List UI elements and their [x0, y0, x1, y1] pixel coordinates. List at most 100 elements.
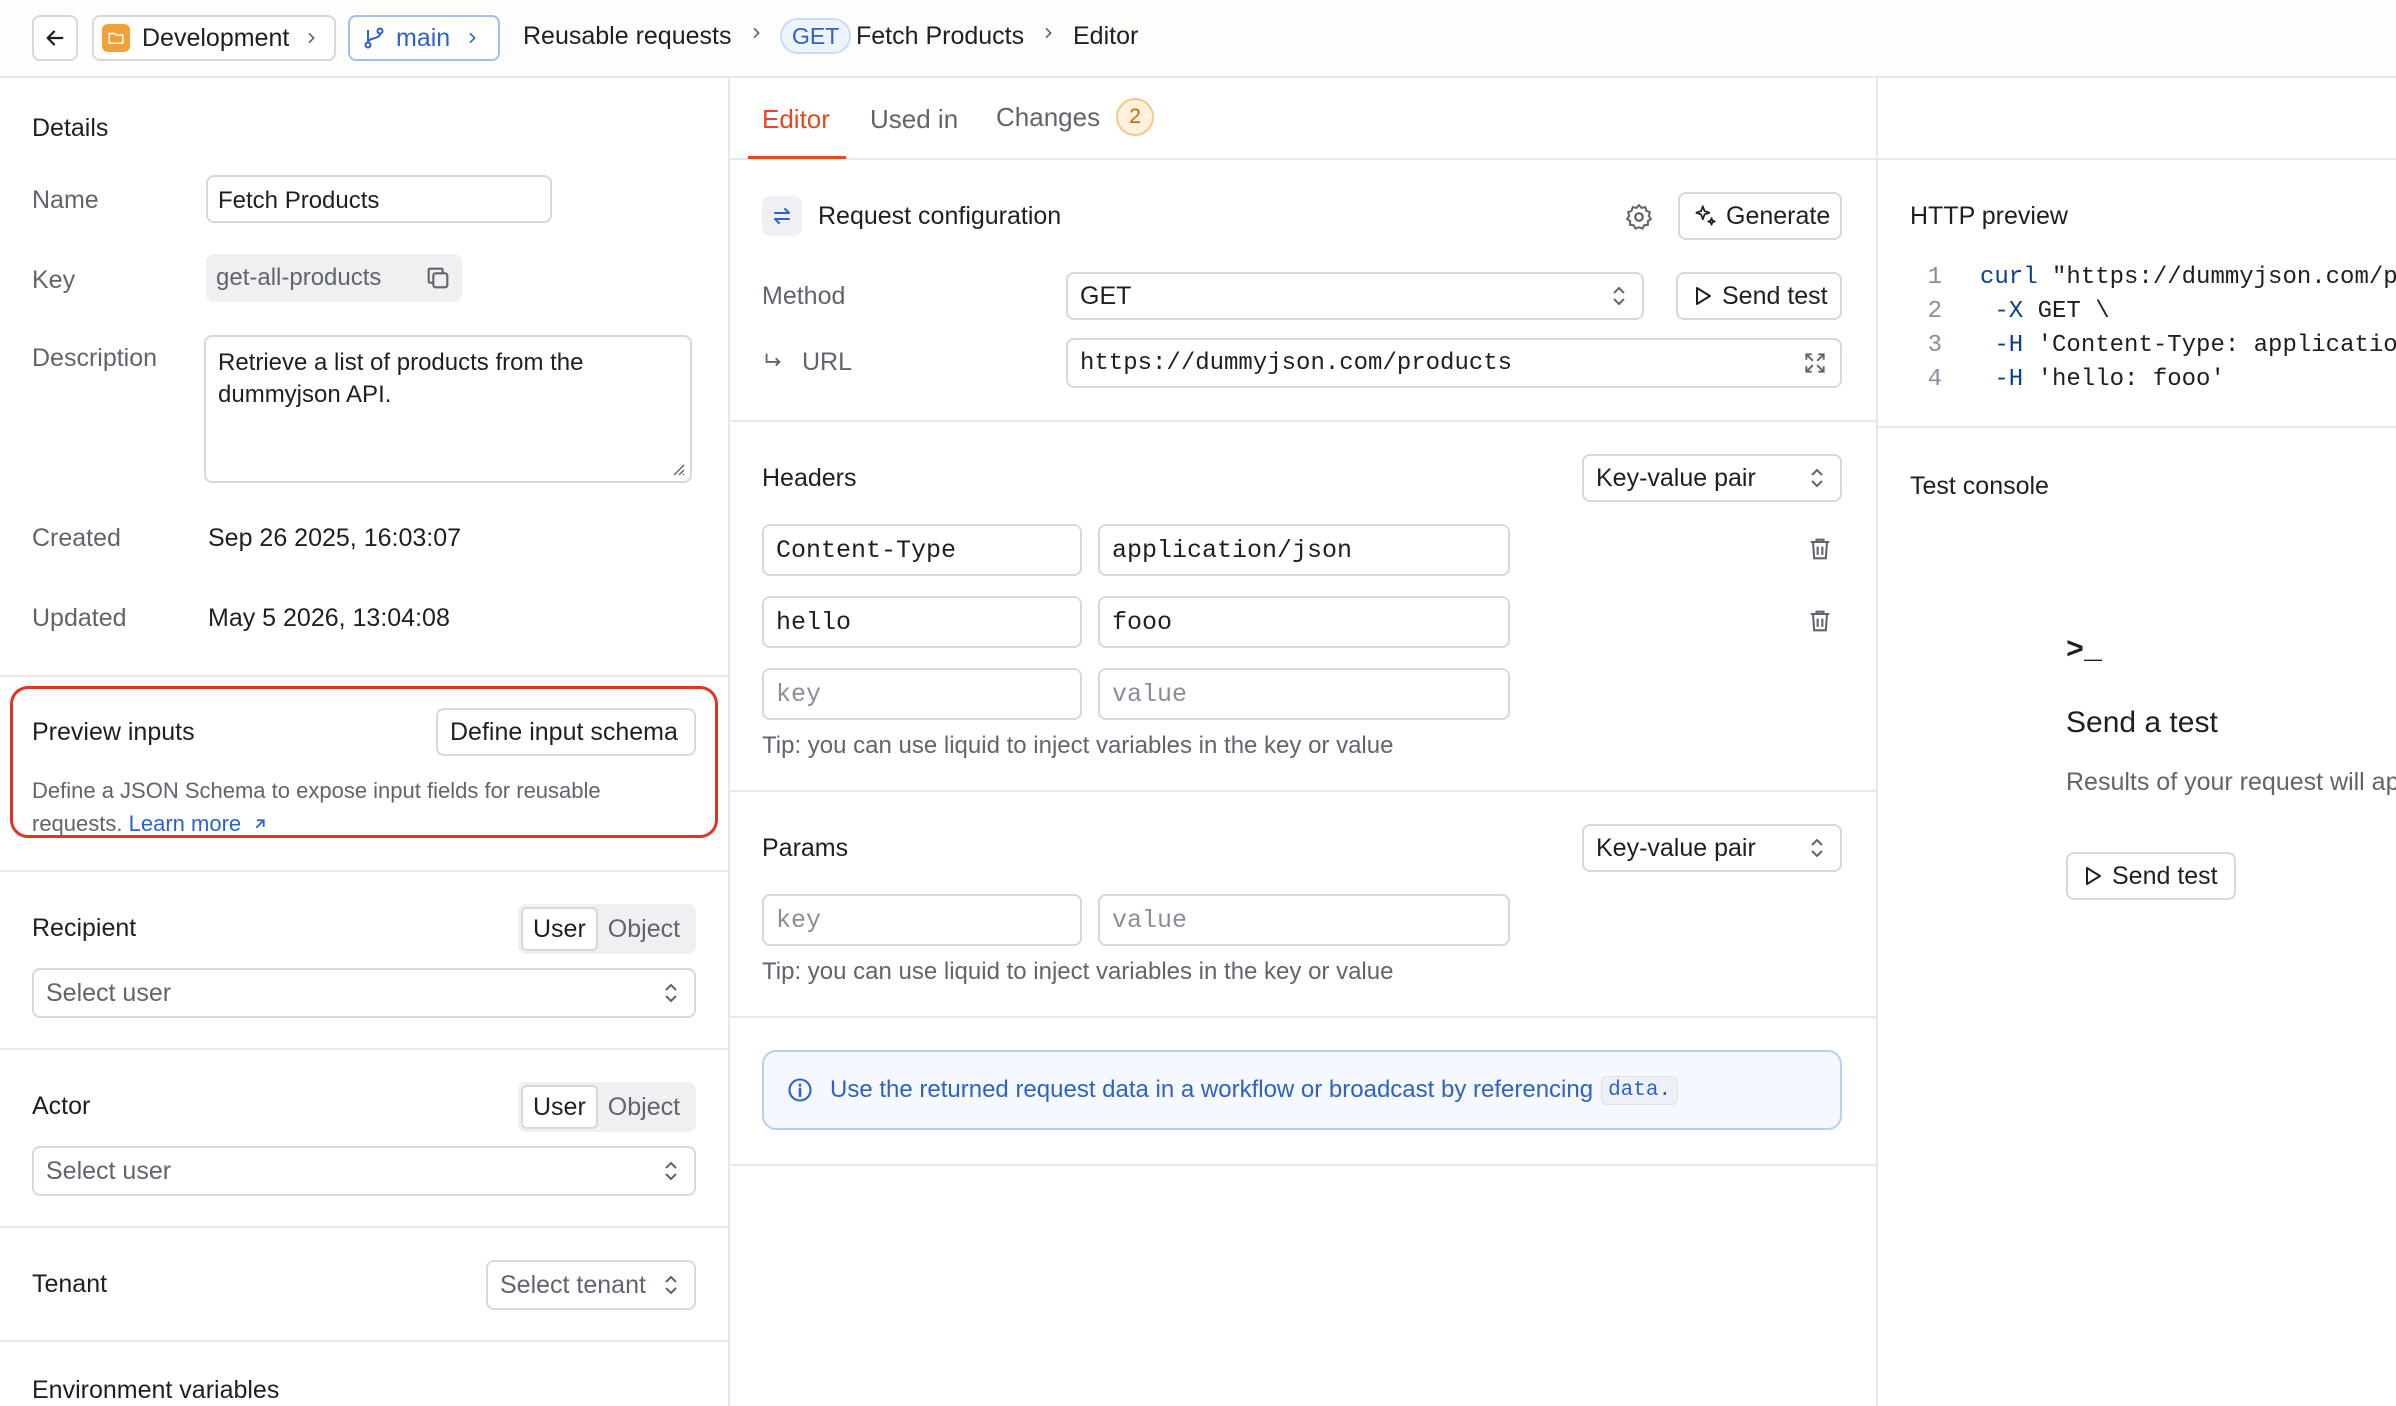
divider — [0, 870, 728, 872]
line-number: 1 — [1927, 264, 1942, 291]
divider — [730, 420, 1876, 422]
folder-icon — [102, 24, 130, 52]
description-label: Description — [32, 344, 158, 372]
request-config-title: Request configuration — [818, 202, 1062, 230]
environment-variables-title: Environment variables — [32, 1376, 280, 1404]
param-key-placeholder: key — [776, 905, 822, 935]
info-banner: Use the returned request data in a workf… — [762, 1050, 1842, 1130]
param-value-input[interactable]: value — [1098, 894, 1510, 946]
console-send-test-label: Send test — [2112, 861, 2218, 890]
name-input[interactable]: Fetch Products — [206, 175, 552, 223]
recipient-type-toggle: User Object — [518, 904, 696, 954]
git-branch-icon — [364, 27, 384, 49]
info-icon — [788, 1078, 812, 1102]
name-value: Fetch Products — [218, 187, 380, 214]
generate-button[interactable]: Generate — [1678, 192, 1842, 240]
method-label: Method — [762, 282, 846, 310]
chevron-up-down-icon — [665, 1161, 677, 1181]
description-textarea[interactable]: Retrieve a list of products from the dum… — [204, 335, 692, 483]
url-value: https://dummyjson.com/products — [1080, 349, 1513, 377]
resize-handle-icon[interactable] — [670, 461, 686, 477]
arrow-up-right-icon — [255, 819, 265, 829]
learn-more-label: Learn more — [128, 811, 242, 836]
params-mode-select[interactable]: Key-value pair — [1582, 824, 1842, 872]
updated-value: May 5 2026, 13:04:08 — [208, 604, 450, 632]
line-number: 2 — [1927, 298, 1942, 325]
copy-icon[interactable] — [424, 264, 452, 292]
updated-label: Updated — [32, 604, 127, 632]
header-key-input[interactable]: hello — [762, 596, 1082, 648]
gear-icon[interactable] — [1624, 202, 1654, 232]
breadcrumb-editor: Editor — [1073, 22, 1139, 50]
tab-editor-underline — [748, 156, 846, 159]
header-key-new-input[interactable]: key — [762, 668, 1082, 720]
header-value-input[interactable]: fooo — [1098, 596, 1510, 648]
breadcrumb-reusable-requests[interactable]: Reusable requests — [523, 22, 731, 51]
code-keyword: -H — [1980, 366, 2024, 393]
header-value-new-input[interactable]: value — [1098, 668, 1510, 720]
params-mode-value: Key-value pair — [1596, 833, 1756, 862]
actor-select-placeholder: Select user — [46, 1156, 172, 1185]
preview-panel: HTTP preview 1 curl "https://dummyjson.co… — [1878, 78, 2396, 1406]
tab-used-in[interactable]: Used in — [870, 104, 958, 135]
params-tip: Tip: you can use liquid to inject variab… — [762, 958, 1394, 985]
arrow-left-icon — [46, 30, 64, 46]
environment-switcher[interactable]: Development — [92, 15, 336, 61]
code-keyword: curl — [1980, 264, 2038, 291]
chevron-right-icon — [469, 32, 476, 44]
actor-user-option[interactable]: User — [521, 1085, 598, 1129]
header-value-input[interactable]: application/json — [1098, 524, 1510, 576]
url-label: URL — [802, 348, 853, 376]
send-test-button[interactable]: Send test — [1676, 272, 1842, 320]
console-send-test-button[interactable]: Send test — [2066, 852, 2236, 900]
key-value: get-all-products — [216, 264, 382, 291]
expand-icon[interactable] — [1802, 350, 1828, 376]
url-input[interactable]: https://dummyjson.com/products — [1066, 338, 1842, 388]
header-key-input[interactable]: Content-Type — [762, 524, 1082, 576]
params-title: Params — [762, 834, 849, 862]
play-icon — [2086, 867, 2101, 885]
headers-title: Headers — [762, 464, 857, 492]
tenant-select[interactable]: Select tenant — [486, 1260, 696, 1310]
header-value-value: application/json — [1112, 535, 1353, 565]
learn-more-link[interactable]: Learn more — [129, 811, 270, 836]
actor-object-option[interactable]: Object — [598, 1085, 690, 1129]
environment-label: Development — [142, 23, 290, 52]
recipient-select[interactable]: Select user — [32, 968, 696, 1018]
recipient-title: Recipient — [32, 914, 137, 942]
code-keyword: -X — [1980, 298, 2024, 325]
recipient-object-option[interactable]: Object — [598, 907, 690, 951]
back-button[interactable] — [32, 15, 78, 61]
chevron-right-icon — [753, 27, 760, 39]
headers-mode-select[interactable]: Key-value pair — [1582, 454, 1842, 502]
preview-inputs-title: Preview inputs — [32, 718, 195, 746]
name-label: Name — [32, 186, 99, 214]
chevron-right-icon — [308, 32, 316, 44]
code-line: 3 -H 'Content-Type: application/json' — [1878, 332, 2396, 359]
top-bar: Development main Reusable requests GET F… — [0, 0, 2396, 78]
play-icon — [1696, 287, 1711, 305]
trash-icon[interactable] — [1806, 606, 1834, 636]
actor-select[interactable]: Select user — [32, 1146, 696, 1196]
branch-switcher[interactable]: main — [348, 15, 500, 61]
tab-changes[interactable]: Changes 2 — [996, 98, 1155, 136]
header-key-value: Content-Type — [776, 535, 957, 565]
code-text: 'hello: fooo' — [2023, 366, 2225, 393]
editor-panel: Editor Used in Changes 2 Request configu… — [730, 78, 2396, 1406]
info-banner-code: data. — [1601, 1075, 1679, 1105]
method-select[interactable]: GET — [1066, 272, 1644, 320]
code-text: 'Content-Type: application/json' — [2037, 332, 2396, 359]
breadcrumb-request[interactable]: Fetch Products — [856, 22, 1024, 51]
corner-down-right-icon — [765, 353, 781, 367]
define-input-schema-button[interactable]: Define input schema — [436, 708, 696, 756]
preview-inputs-help-text: Define a JSON Schema to expose input fie… — [32, 778, 601, 836]
param-key-input[interactable]: key — [762, 894, 1082, 946]
trash-icon[interactable] — [1806, 534, 1834, 564]
info-banner-text: Use the returned request data in a workf… — [830, 1076, 1594, 1103]
code-line: 2 -X GET \ — [1878, 298, 2110, 325]
divider — [730, 790, 1876, 792]
test-console-title: Test console — [1910, 472, 2049, 500]
recipient-user-option[interactable]: User — [521, 907, 598, 951]
send-a-test-subtext: Results of your request will appear here — [2066, 768, 2396, 796]
tab-editor[interactable]: Editor — [762, 104, 830, 135]
